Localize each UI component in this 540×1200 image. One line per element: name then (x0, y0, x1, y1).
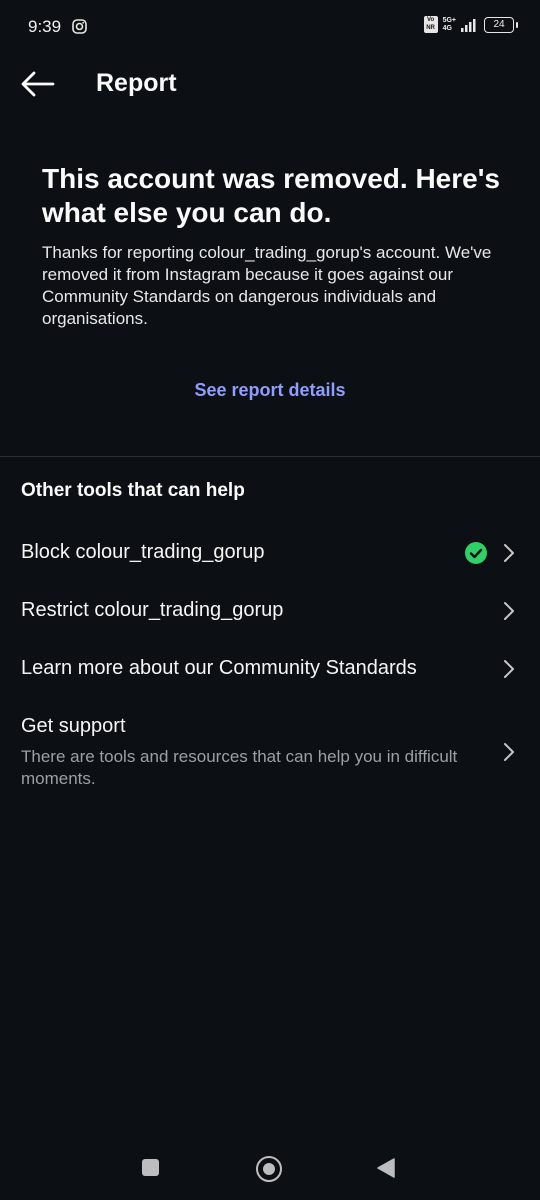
restrict-account-row[interactable]: Restrict colour_trading_gorup (0, 588, 540, 634)
status-bar: 9:39 Vo NR 5G+ 4G 24 (0, 0, 540, 54)
network-type: 5G+ 4G (443, 17, 456, 33)
arrow-left-icon[interactable] (20, 70, 56, 98)
removed-confirmation: This account was removed. Here's what el… (42, 162, 502, 330)
chevron-right-icon (504, 544, 514, 562)
instagram-icon (72, 19, 87, 34)
see-report-details-link[interactable]: See report details (0, 380, 540, 401)
get-support-label: Get support (21, 715, 126, 737)
battery-icon: 24 (484, 16, 518, 33)
get-support-description: There are tools and resources that can h… (21, 747, 458, 788)
page-title: Report (96, 69, 177, 97)
tools-section-title: Other tools that can help (21, 480, 245, 501)
community-standards-row[interactable]: Learn more about our Community Standards (0, 646, 540, 692)
block-account-row[interactable]: Block colour_trading_gorup (0, 530, 540, 576)
chevron-right-icon (504, 602, 514, 620)
status-time: 9:39 (28, 17, 62, 36)
divider (0, 456, 540, 457)
network-bottom-label: 4G (442, 24, 452, 32)
restrict-account-label: Restrict colour_trading_gorup (21, 599, 284, 621)
hero-title: This account was removed. Here's what el… (42, 163, 500, 228)
chevron-right-icon (504, 743, 514, 761)
status-icons: Vo NR 5G+ 4G 24 (423, 16, 518, 33)
block-account-label: Block colour_trading_gorup (21, 541, 265, 563)
system-nav-bar (0, 1136, 540, 1200)
chevron-right-icon (504, 660, 514, 678)
get-support-row[interactable]: Get support There are tools and resource… (0, 704, 540, 796)
community-standards-label: Learn more about our Community Standards (21, 657, 417, 679)
hero-body: Thanks for reporting colour_trading_goru… (42, 243, 492, 328)
network-top-label: 5G+ (442, 16, 456, 24)
system-back-button[interactable] (376, 1158, 396, 1178)
recents-button[interactable] (142, 1159, 159, 1176)
home-button[interactable] (256, 1156, 282, 1182)
check-circle-icon (465, 542, 487, 564)
header: Report (0, 56, 540, 112)
volte-icon: Vo NR (423, 16, 438, 33)
signal-icon (461, 18, 476, 32)
